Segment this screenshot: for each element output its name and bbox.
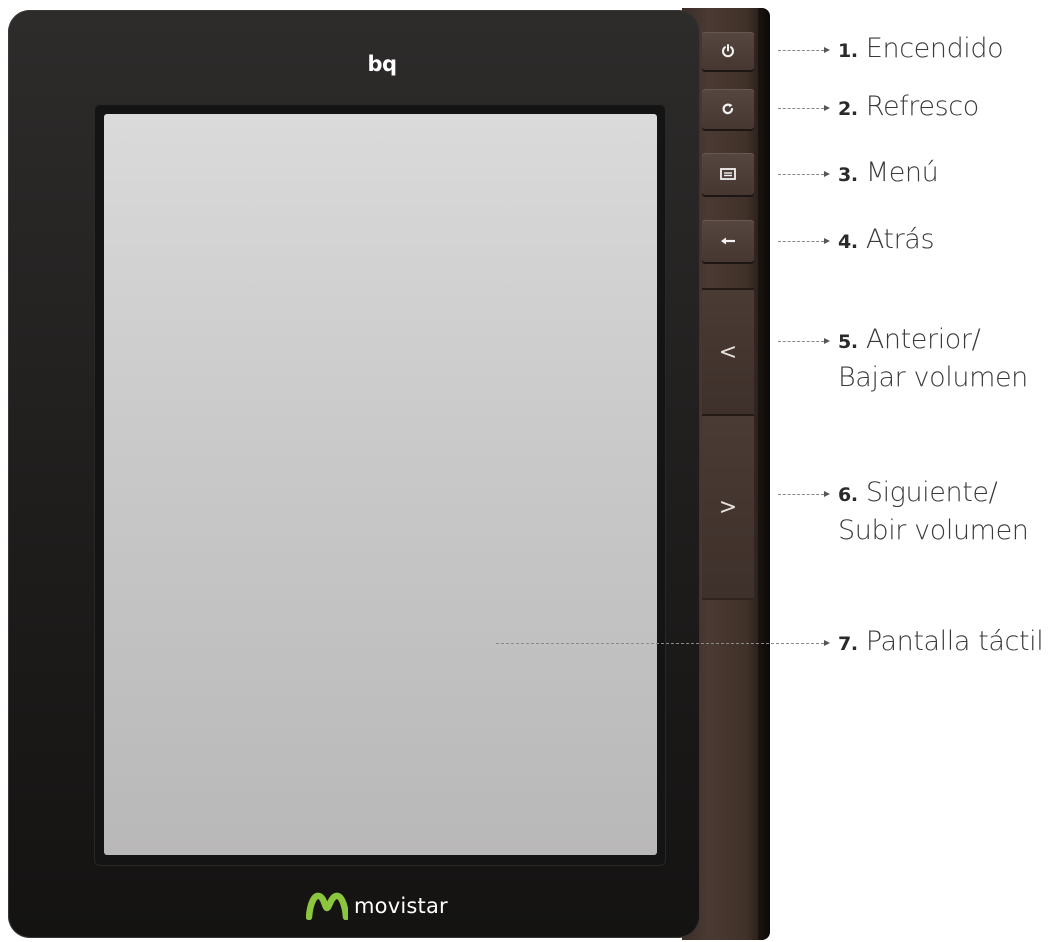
leader-line-3 xyxy=(778,171,830,177)
leader-line-7 xyxy=(496,640,830,646)
callout-2: 2. Refresco xyxy=(838,89,979,127)
device-edge xyxy=(758,8,770,940)
power-button[interactable] xyxy=(702,32,754,70)
callout-2-number: 2. xyxy=(838,98,858,120)
callout-6-label-line2: Subir volumen xyxy=(838,515,1029,546)
refresh-button[interactable] xyxy=(702,89,754,129)
callout-7: 7. Pantalla táctil xyxy=(838,624,1044,662)
leader-line-2 xyxy=(778,105,830,111)
callout-5: 5. Anterior/ Bajar volumen xyxy=(838,322,1028,395)
callout-5-label: Anterior/ xyxy=(865,324,981,355)
callout-4-label: Atrás xyxy=(865,224,935,255)
operator-name: movistar xyxy=(354,894,448,918)
chevron-left-icon: < xyxy=(718,339,738,365)
back-arrow-icon xyxy=(721,237,735,245)
operator-logo: movistar xyxy=(306,890,448,922)
leader-line-6 xyxy=(778,491,830,497)
power-icon xyxy=(722,44,734,58)
menu-button[interactable] xyxy=(702,153,754,195)
leader-line-1 xyxy=(778,47,830,53)
callout-1-number: 1. xyxy=(838,40,858,62)
callout-3: 3. Menú xyxy=(838,155,939,193)
callout-1: 1. Encendido xyxy=(838,31,1004,69)
callout-6-number: 6. xyxy=(838,484,858,506)
previous-page-button[interactable]: < xyxy=(702,290,754,414)
menu-icon xyxy=(720,168,736,180)
next-page-button[interactable]: > xyxy=(702,416,754,598)
callout-3-number: 3. xyxy=(838,164,858,186)
callout-7-label: Pantalla táctil xyxy=(865,626,1044,657)
nav-divider-bottom xyxy=(702,598,754,600)
leader-line-5 xyxy=(778,338,830,344)
callout-6: 6. Siguiente/ Subir volumen xyxy=(838,475,1029,548)
callout-1-label: Encendido xyxy=(865,33,1004,64)
touch-screen[interactable] xyxy=(104,114,657,855)
callout-5-label-line2: Bajar volumen xyxy=(838,362,1028,393)
callout-3-label: Menú xyxy=(865,157,939,188)
callout-2-label: Refresco xyxy=(865,91,979,122)
callout-4-number: 4. xyxy=(838,231,858,253)
leader-line-4 xyxy=(778,238,830,244)
brand-logo: bq xyxy=(367,52,397,76)
back-button[interactable] xyxy=(702,220,754,262)
refresh-icon xyxy=(722,103,734,115)
callout-7-number: 7. xyxy=(838,633,858,655)
callout-5-number: 5. xyxy=(838,331,858,353)
movistar-m-icon xyxy=(306,892,348,920)
chevron-right-icon: > xyxy=(718,494,738,520)
callout-4: 4. Atrás xyxy=(838,222,935,260)
callout-6-label: Siguiente/ xyxy=(865,477,998,508)
